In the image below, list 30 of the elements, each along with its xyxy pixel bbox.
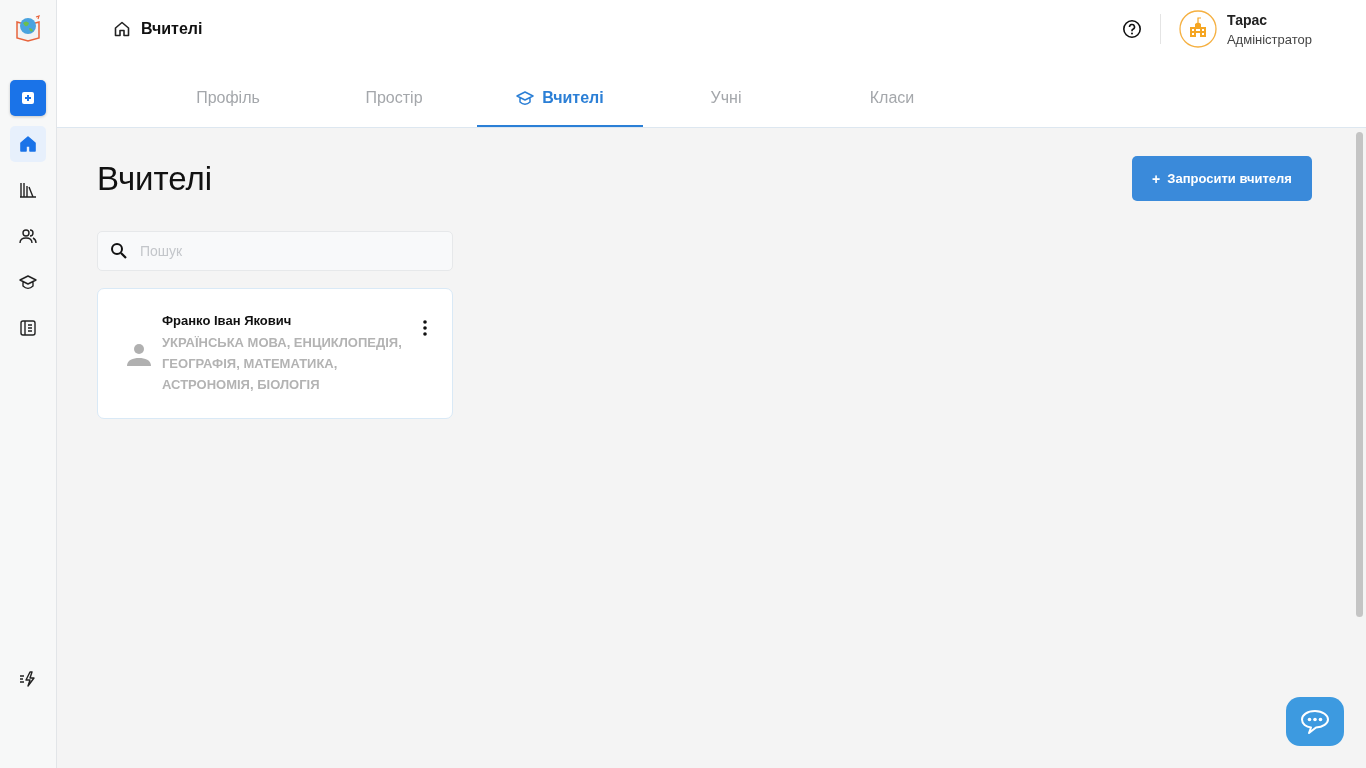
- home-icon: [113, 20, 131, 38]
- invite-teacher-button[interactable]: + Запросити вчителя: [1132, 156, 1312, 201]
- books-icon: [19, 181, 37, 199]
- chat-icon: [1299, 707, 1331, 736]
- more-options-icon[interactable]: [423, 320, 427, 336]
- teacher-card[interactable]: Франко Іван Якович УКРАЇНСЬКА МОВА, ЕНЦИКЛОПЕДІЯ, ГЕОГРАФІЯ, МАТЕМАТИКА, АСТРОНОМІЯ, БІОЛОГІЯ: [97, 288, 453, 419]
- plus-icon: [21, 91, 35, 105]
- people-icon: [19, 227, 37, 245]
- notebook-icon: [19, 319, 37, 337]
- graduation-cap-icon: [19, 273, 37, 291]
- globe-book-logo[interactable]: [14, 14, 42, 42]
- user-role: Адміністратор: [1226, 31, 1312, 47]
- breadcrumb-title: Вчителі: [141, 20, 203, 38]
- home-nav-button[interactable]: [10, 126, 46, 162]
- tab[interactable]: Простір: [311, 70, 477, 127]
- tab[interactable]: Класи: [809, 70, 975, 127]
- teacher-name: Франко Іван Якович: [162, 312, 293, 328]
- chat-button[interactable]: [1286, 697, 1344, 746]
- user-name: Тарас: [1226, 11, 1269, 28]
- search-icon: [110, 242, 128, 260]
- add-button[interactable]: [10, 80, 46, 116]
- graduation-cap-icon: [516, 88, 535, 107]
- home-icon: [19, 135, 37, 153]
- teacher-subjects: УКРАЇНСЬКА МОВА, ЕНЦИКЛОПЕДІЯ, ГЕОГРАФІЯ, МАТЕМАТИКА, АСТРОНОМІЯ, БІОЛОГІЯ: [162, 333, 403, 394]
- bolt-icon[interactable]: [19, 670, 37, 688]
- page-title: Вчителі: [97, 160, 213, 198]
- help-icon[interactable]: [1121, 19, 1142, 39]
- tab[interactable]: Учні: [643, 70, 809, 127]
- tab[interactable]: Профіль: [145, 70, 311, 127]
- scrollbar[interactable]: [1356, 132, 1363, 617]
